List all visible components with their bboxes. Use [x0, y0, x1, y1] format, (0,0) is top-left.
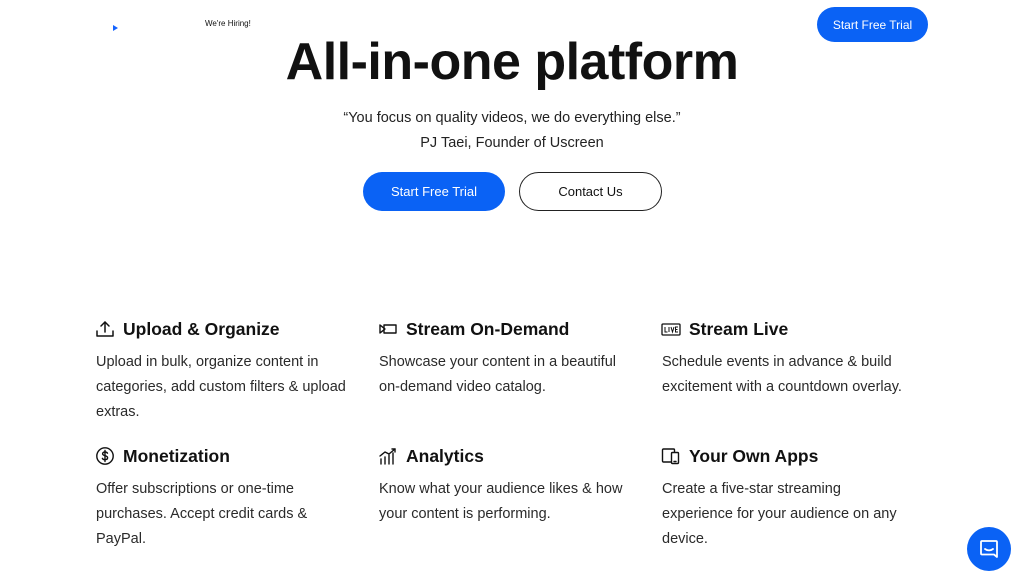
live-icon	[661, 319, 681, 339]
chat-widget-button[interactable]	[967, 527, 1011, 571]
feature-upload-organize: Upload & Organize Upload in bulk, organi…	[96, 318, 346, 425]
feature-description: Offer subscriptions or one-time purchase…	[96, 481, 308, 547]
hero-attribution: PJ Taei, Founder of Uscreen	[420, 135, 604, 151]
feature-description: Upload in bulk, organize content in cate…	[96, 354, 346, 420]
devices-icon	[661, 446, 681, 466]
feature-title: Monetization	[123, 445, 230, 466]
feature-stream-live: Stream Live Schedule events in advance &…	[661, 318, 912, 400]
feature-analytics: Analytics Know what your audience likes …	[379, 445, 629, 527]
contact-us-button[interactable]: Contact Us	[519, 172, 662, 211]
hero-start-trial-button[interactable]: Start Free Trial	[363, 172, 505, 211]
hero-quote: “You focus on quality videos, we do ever…	[343, 110, 681, 126]
feature-description: Create a five-star streaming experience …	[662, 481, 897, 547]
feature-description: Showcase your content in a beautiful on-…	[379, 354, 616, 395]
dollar-icon	[95, 446, 115, 466]
page-title: All-in-one platform	[285, 33, 739, 91]
feature-description: Schedule events in advance & build excit…	[662, 354, 902, 395]
hiring-link[interactable]: We're Hiring!	[205, 19, 251, 28]
feature-title: Stream Live	[689, 318, 789, 339]
upload-icon	[95, 319, 115, 339]
feature-title: Stream On-Demand	[406, 318, 570, 339]
chat-icon	[980, 540, 998, 558]
analytics-icon	[378, 446, 398, 466]
feature-description: Know what your audience likes & how your…	[379, 481, 623, 522]
feature-your-own-apps: Your Own Apps Create a five-star streami…	[661, 445, 912, 552]
feature-title: Upload & Organize	[123, 318, 280, 339]
logo-play-icon[interactable]	[113, 25, 118, 31]
video-icon	[378, 319, 398, 339]
feature-stream-on-demand: Stream On-Demand Showcase your content i…	[379, 318, 629, 400]
feature-title: Analytics	[406, 445, 484, 466]
feature-title: Your Own Apps	[689, 445, 819, 466]
feature-monetization: Monetization Offer subscriptions or one-…	[96, 445, 346, 552]
